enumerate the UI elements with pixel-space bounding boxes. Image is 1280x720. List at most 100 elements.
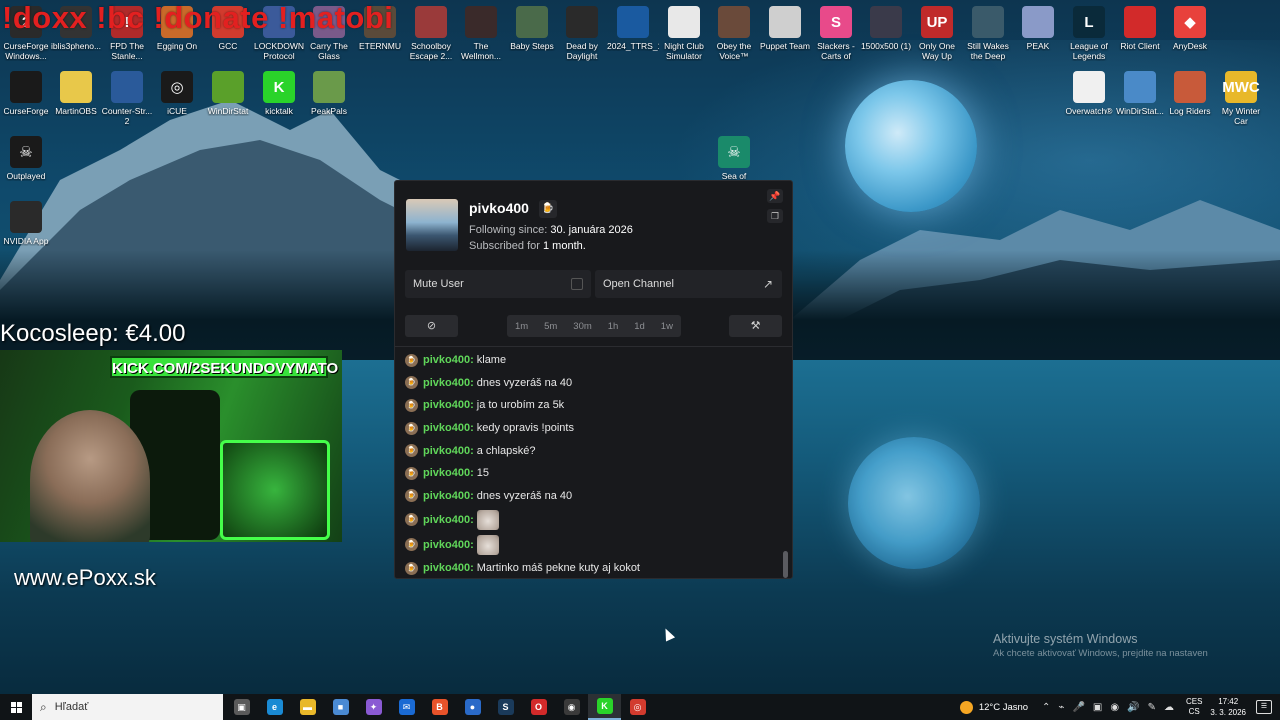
chat-username[interactable]: pivko400:: [423, 445, 474, 457]
app-icon: K: [263, 71, 295, 103]
desktop-icon[interactable]: Night Club Simulator: [658, 6, 710, 61]
chat-username[interactable]: pivko400:: [423, 399, 474, 411]
task-view-icon: ▣: [233, 699, 250, 715]
copy-icon[interactable]: ❐: [767, 209, 783, 223]
ban-button[interactable]: ⊘: [405, 315, 458, 337]
desktop-icon[interactable]: ◎ iCUE: [151, 71, 203, 116]
desktop-icon-label: League of Legends: [1070, 41, 1108, 61]
taskbar-task-view-button[interactable]: ▣: [225, 694, 258, 720]
chat-username[interactable]: pivko400:: [423, 467, 474, 479]
mute-user-button[interactable]: Mute User: [405, 270, 591, 298]
taskbar-chrome-like-button[interactable]: ◎: [621, 694, 654, 720]
desktop-icon[interactable]: Puppet Team: [759, 6, 811, 51]
mute-checkbox[interactable]: [571, 278, 583, 290]
cat-emote-icon: [476, 509, 499, 530]
chat-scrollbar[interactable]: [783, 551, 788, 578]
desktop-icon[interactable]: UP Only One Way Up: [911, 6, 963, 61]
chevron-up-icon[interactable]: ⌃: [1042, 702, 1050, 713]
timeout-1h-button[interactable]: 1h: [608, 321, 619, 332]
desktop-icon-label: NVIDIA App: [3, 236, 49, 246]
desktop-icon-label: 2024_TTRS_1: [607, 41, 659, 51]
chat-username[interactable]: pivko400:: [423, 422, 474, 434]
desktop-icon-label: WinDirStat...: [1116, 106, 1164, 116]
edge-icon: e: [266, 699, 283, 715]
steam-icon: S: [497, 699, 514, 715]
timeout-5m-button[interactable]: 5m: [544, 321, 557, 332]
taskbar-apps: ▣ e ▬ ■ ✦ ✉ B ● S O ◉ K ◎: [225, 694, 654, 720]
desktop-icon[interactable]: Kkicktalk: [253, 71, 305, 116]
taskbar-opera-button[interactable]: O: [522, 694, 555, 720]
taskbar-app-blue-button[interactable]: ●: [456, 694, 489, 720]
pin-icon[interactable]: 📌: [767, 189, 783, 203]
desktop-icon[interactable]: CurseForge: [0, 71, 52, 116]
taskbar-kicktalk-button[interactable]: K: [588, 694, 621, 720]
timeout-1d-button[interactable]: 1d: [634, 321, 645, 332]
desktop-icon[interactable]: MWC My Winter Car: [1215, 71, 1267, 126]
chat-username[interactable]: pivko400:: [423, 514, 474, 526]
taskbar-obs-button[interactable]: ◉: [555, 694, 588, 720]
clock-time: 17:42: [1218, 697, 1239, 706]
open-channel-label: Open Channel: [603, 278, 674, 290]
app-icon: [60, 71, 92, 103]
network-icon[interactable]: ⌁: [1058, 702, 1064, 713]
pen-icon[interactable]: ✎: [1148, 702, 1156, 713]
desktop-icon[interactable]: 2024_TTRS_1: [607, 6, 659, 51]
taskbar-copilot-button[interactable]: ✦: [357, 694, 390, 720]
volume-icon[interactable]: 🔊: [1127, 702, 1139, 713]
desktop-icon[interactable]: Log Riders: [1164, 71, 1216, 116]
chat-message-text: 15: [476, 467, 489, 480]
desktop-icon[interactable]: WinDirStat...: [1114, 71, 1166, 116]
desktop-icon[interactable]: NVIDIA App: [0, 201, 52, 246]
chat-username[interactable]: pivko400:: [423, 539, 474, 551]
display-icon[interactable]: ▣: [1093, 702, 1102, 713]
chat-username[interactable]: pivko400:: [423, 354, 474, 366]
desktop-icon[interactable]: MartinOBS: [50, 71, 102, 116]
desktop-icon[interactable]: 1500x500 (1): [860, 6, 912, 51]
desktop-icon[interactable]: ☠ Outplayed: [0, 136, 52, 181]
chat-username[interactable]: pivko400:: [423, 377, 474, 389]
desktop-icon[interactable]: Obey the Voice™: [708, 6, 760, 61]
taskbar-mail-button[interactable]: ✉: [390, 694, 423, 720]
desktop-icon[interactable]: S Slackers - Carts of Glory: [810, 6, 862, 61]
notifications-icon[interactable]: ☰: [1256, 700, 1272, 714]
desktop-icon[interactable]: Counter-Str... 2: [101, 71, 153, 126]
taskbar-steam-button[interactable]: S: [489, 694, 522, 720]
chat-username[interactable]: pivko400:: [423, 562, 474, 574]
taskbar-store-button[interactable]: ■: [324, 694, 357, 720]
search-icon: ⌕: [40, 699, 47, 714]
camera-icon[interactable]: ◉: [1110, 702, 1119, 713]
chat-message: 🍺 pivko400: dnes vyzeráš na 40: [405, 372, 775, 395]
open-channel-button[interactable]: Open Channel ↗: [595, 270, 782, 298]
desktop-icon[interactable]: Overwatch®: [1063, 71, 1115, 116]
chat-username[interactable]: pivko400:: [423, 490, 474, 502]
desktop-icon[interactable]: PEAK: [1012, 6, 1064, 51]
clock[interactable]: 17:42 3. 3. 2026: [1210, 696, 1246, 718]
timeout-30m-button[interactable]: 30m: [573, 321, 591, 332]
desktop-icon[interactable]: Still Wakes the Deep: [962, 6, 1014, 61]
onedrive-icon[interactable]: ☁: [1164, 702, 1174, 713]
desktop-icon[interactable]: ◆ AnyDesk: [1164, 6, 1216, 51]
desktop-icon[interactable]: Riot Client: [1114, 6, 1166, 51]
cat-emote-icon: [476, 534, 499, 555]
timeout-1m-button[interactable]: 1m: [515, 321, 528, 332]
desktop-icon-label: 1500x500 (1): [860, 41, 912, 51]
desktop-icon[interactable]: Baby Steps: [506, 6, 558, 51]
timeout-1w-button[interactable]: 1w: [661, 321, 673, 332]
gaming-pc: [220, 440, 330, 540]
desktop-icon[interactable]: Schoolboy Escape 2...: [405, 6, 457, 61]
language-switcher[interactable]: CES CS: [1186, 697, 1202, 717]
taskbar-edge-button[interactable]: e: [258, 694, 291, 720]
desktop-icon[interactable]: The Wellmon...: [455, 6, 507, 61]
desktop-icon[interactable]: WinDirStat: [202, 71, 254, 116]
weather-widget[interactable]: 12°C Jasno: [959, 700, 1028, 714]
desktop-icon[interactable]: Dead by Daylight: [556, 6, 608, 61]
desktop-icon[interactable]: L League of Legends: [1063, 6, 1115, 61]
taskbar-brave-button[interactable]: B: [423, 694, 456, 720]
start-button[interactable]: [0, 694, 32, 720]
mic-icon[interactable]: 🎤: [1072, 702, 1084, 713]
mod-hammer-button[interactable]: ⚒: [729, 315, 782, 337]
desktop-icon[interactable]: ☠ Sea of: [708, 136, 760, 181]
desktop-icon[interactable]: PeakPals: [303, 71, 355, 116]
taskbar-search[interactable]: ⌕ Hľadať: [32, 694, 223, 720]
taskbar-file-explorer-button[interactable]: ▬: [291, 694, 324, 720]
